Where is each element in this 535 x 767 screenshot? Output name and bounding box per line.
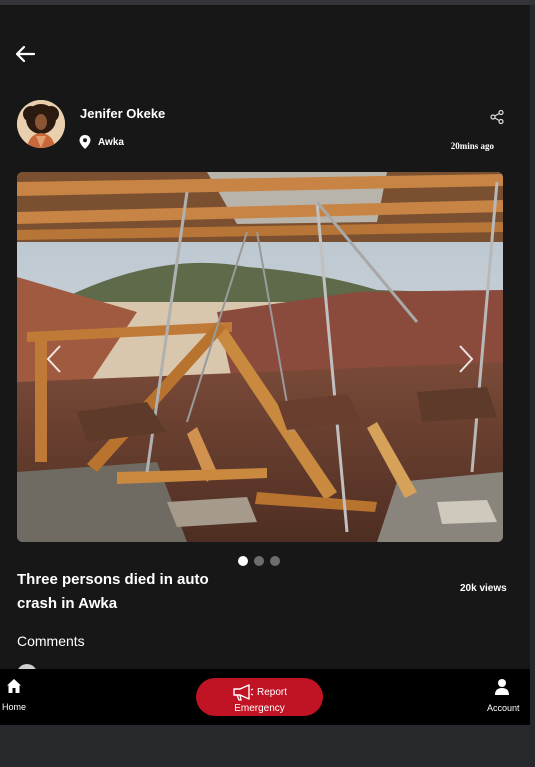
post-image-carousel[interactable] (17, 172, 503, 542)
post-location: Awka (98, 137, 124, 148)
carousel-dot[interactable] (238, 556, 248, 566)
user-icon (494, 678, 510, 696)
author-name[interactable]: Jenifer Okeke (80, 106, 165, 121)
view-count: 20k views (460, 583, 507, 594)
post-time: 20mins ago (450, 141, 494, 151)
comments-heading: Comments (17, 633, 85, 649)
share-icon[interactable] (489, 109, 505, 125)
post-detail-screen: Jenifer Okeke Awka 20mins ago Three pers… (0, 5, 530, 725)
nav-account-label: Account (487, 703, 520, 713)
report-emergency-button[interactable]: Report Emergency (196, 678, 323, 716)
chevron-right-icon[interactable] (457, 344, 475, 374)
author-avatar[interactable] (17, 100, 65, 148)
nav-account[interactable]: Account (484, 669, 524, 725)
back-arrow-icon[interactable] (14, 43, 38, 65)
emergency-label: Emergency (234, 703, 285, 714)
bottom-nav-bar: Home Report Emergency Account (0, 669, 530, 725)
nav-home-label: Home (2, 702, 27, 712)
carousel-dot[interactable] (254, 556, 264, 566)
collapsed-roof-photo (17, 172, 503, 542)
chevron-left-icon[interactable] (45, 344, 63, 374)
megaphone-icon (232, 684, 254, 702)
map-pin-icon (79, 135, 91, 149)
post-title: Three persons died in auto crash in Awka (17, 571, 209, 612)
nav-home[interactable]: Home (0, 669, 34, 725)
carousel-indicator (238, 556, 280, 566)
report-label: Report (257, 687, 288, 698)
home-icon (6, 678, 22, 694)
carousel-dot[interactable] (270, 556, 280, 566)
